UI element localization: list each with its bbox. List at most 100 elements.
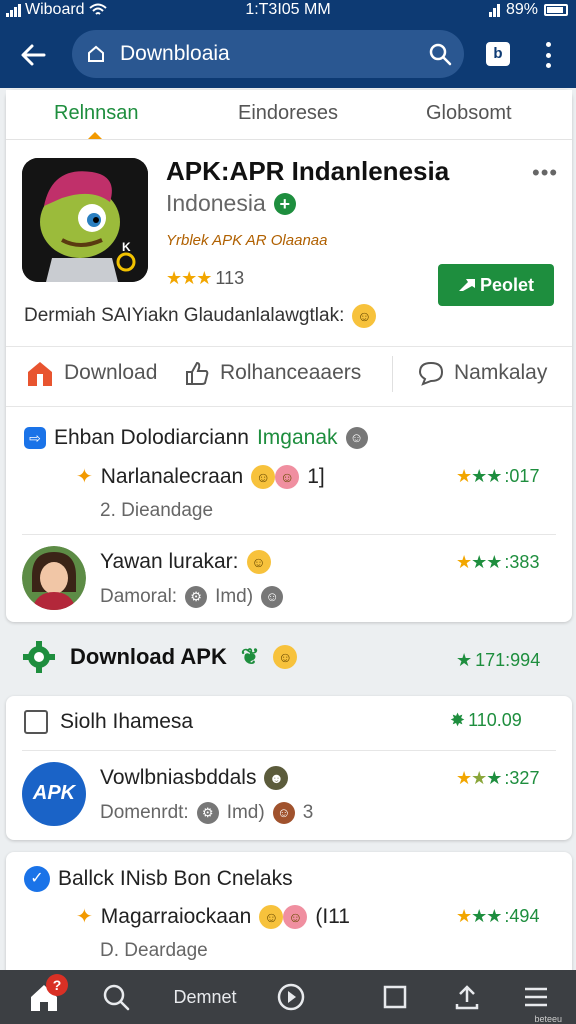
app-subtitle: Indonesia +	[166, 190, 296, 217]
divider	[6, 346, 572, 347]
list-item-title-suffix: 1]	[307, 464, 325, 488]
more-options-icon[interactable]	[538, 40, 558, 70]
list-item-rating-value: 110.09	[468, 710, 522, 730]
nav-upload[interactable]	[452, 970, 482, 1024]
plus-icon[interactable]: +	[273, 192, 296, 215]
download-home-icon	[28, 362, 52, 386]
bottom-navigation: ? Demnet beteeu	[0, 970, 576, 1024]
user-avatar[interactable]	[22, 546, 86, 610]
list-item-sub-suffix: Imd)	[215, 586, 254, 607]
app-icon-mark: K	[122, 240, 131, 254]
laugh-emoji-icon: ☺	[259, 904, 284, 929]
divider	[22, 750, 556, 751]
tab-globsomt[interactable]: Globsomt	[426, 102, 512, 125]
list-item-title-text: Vowlbniasbddals	[100, 766, 257, 789]
section-title: Download APK	[70, 644, 227, 669]
list-item-rating: ★★★ :017	[456, 466, 539, 487]
section-rating: ★ 171:994	[456, 650, 540, 671]
list-item-sub: 2. Dieandage	[100, 500, 214, 521]
nav-play[interactable]	[274, 970, 308, 1024]
list-item-title[interactable]: ✦ Magarraiockaan ☺ ☺ (I11	[76, 904, 350, 929]
status-right: 89%	[488, 1, 568, 19]
thinking-emoji-icon: ☺	[246, 550, 271, 574]
list-item-rating-value: :017	[504, 466, 540, 486]
list-item-title[interactable]: Siolh Ihamesa	[60, 710, 193, 734]
square-icon	[383, 985, 407, 1009]
app-more-icon[interactable]: •••	[532, 160, 558, 186]
spark-icon: ✦	[76, 906, 93, 928]
star-icon: ✸	[450, 710, 466, 730]
install-button[interactable]: Peolet	[438, 264, 554, 306]
apk-avatar-text: APK	[32, 782, 76, 804]
list-item-sub-count: 3	[302, 802, 314, 823]
list-item-title[interactable]: ✦ Narlanalecraan ☺ ☺ 1]	[76, 464, 325, 489]
item-checkbox[interactable]	[24, 710, 48, 734]
app-icon[interactable]: K	[22, 158, 148, 282]
home-icon	[86, 44, 106, 69]
list-item-title-text: Magarraiockaan	[100, 904, 252, 928]
menu-icon	[525, 987, 547, 1007]
nav-corner-text: beteeu	[534, 1014, 562, 1024]
nav-search[interactable]	[98, 970, 134, 1024]
settings-icon: ⚙	[196, 802, 219, 824]
upload-icon	[455, 985, 479, 1010]
list-item-rating: ★★★ :494	[456, 906, 539, 927]
install-arrow-icon	[458, 279, 475, 291]
divider	[6, 406, 572, 407]
bookmark-icon[interactable]: b	[486, 42, 510, 66]
comment-action-label: Namkalay	[454, 361, 548, 384]
smile-emoji-icon: ☺	[352, 304, 377, 328]
app-bar: Downbloaia b	[0, 22, 576, 88]
action-divider	[392, 356, 393, 392]
blush-emoji-icon: ☺	[275, 464, 300, 489]
person-icon: ☺	[261, 586, 284, 608]
list3-header[interactable]: ✓ Ballck INisb Bon Cnelaks	[24, 866, 293, 892]
nav-center[interactable]: Demnet	[160, 970, 250, 1024]
thumb-icon	[186, 361, 209, 385]
app-subtitle-text: Indonesia	[166, 190, 266, 216]
comment-action[interactable]: Namkalay	[418, 360, 547, 386]
apk-avatar[interactable]: APK	[22, 762, 86, 826]
tab-indicator	[88, 132, 102, 139]
tab-relnnsan[interactable]: Relnnsan	[54, 102, 139, 125]
star-icon: ★★★	[456, 768, 502, 788]
list-item-title[interactable]: Yawan lurakar: ☺	[100, 550, 271, 574]
search-bar[interactable]: Downbloaia	[72, 30, 464, 78]
search-icon	[103, 984, 130, 1011]
nav-square[interactable]	[380, 970, 410, 1024]
star-icon: ★★★	[456, 906, 502, 926]
divider	[22, 534, 556, 535]
app-description-text: Dermiah SAIYiakn Glaudanlalawgtlak:	[24, 305, 345, 326]
check-circle-icon: ✓	[24, 866, 50, 892]
list-item-title[interactable]: Vowlbniasbddals ☻	[100, 766, 289, 790]
download-action[interactable]: Download	[26, 360, 157, 386]
star-icon: ★★★	[456, 552, 502, 572]
section-header: Download APK ❦ ☺	[22, 640, 298, 674]
star-icon: ★★★	[456, 466, 502, 486]
person-icon: ☺	[345, 427, 368, 449]
section-rating-value: 171:994	[475, 650, 541, 670]
share-action-label: Rolhanceaaers	[220, 361, 362, 384]
list-item-sub-text: Damoral:	[100, 586, 178, 607]
list1-header-highlight: Imganak	[256, 426, 338, 449]
list1-header: ⇨ Ehban Dolodiarciann Imganak ☺	[24, 426, 368, 450]
person-icon: ☺	[272, 802, 295, 824]
battery-percent: 89%	[505, 1, 538, 18]
search-icon[interactable]	[428, 42, 452, 71]
back-arrow-icon[interactable]	[14, 36, 52, 74]
list-badge-icon: ⇨	[24, 427, 46, 449]
app-rating: ★★★ 113	[166, 268, 244, 289]
share-action[interactable]: Rolhanceaaers	[184, 360, 361, 386]
badge-emoji-icon: ☻	[264, 766, 289, 790]
list-item-rating: ✸ 110.09	[450, 710, 522, 731]
list-item-title-suffix: (I11	[315, 904, 350, 928]
tab-eindoreses[interactable]: Eindoreses	[238, 102, 338, 125]
blush-emoji-icon: ☺	[283, 904, 308, 929]
list-item-sub: Damoral: ⚙ Imd) ☺	[100, 586, 284, 608]
list1-header-title: Ehban Dolodiarciann	[54, 426, 249, 449]
download-action-label: Download	[64, 361, 158, 384]
developer-name[interactable]: Yrblek APK AR Olaanaa	[166, 232, 327, 249]
gear-icon	[22, 640, 56, 674]
app-title: APK:APR Indanlenesia	[166, 156, 450, 186]
search-query[interactable]: Downbloaia	[120, 42, 230, 66]
